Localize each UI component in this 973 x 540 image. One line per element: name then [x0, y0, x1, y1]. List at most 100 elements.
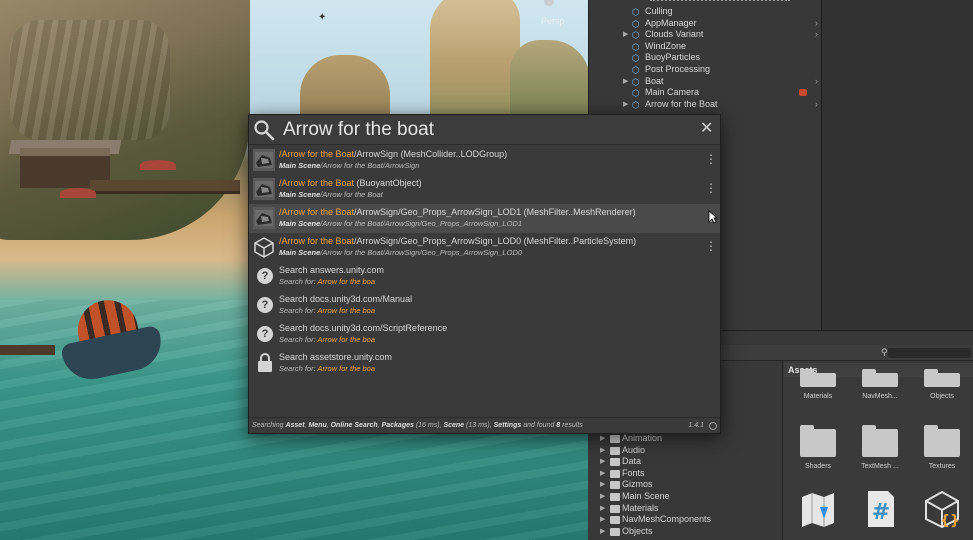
expand-arrow-icon[interactable]: ▶ — [600, 456, 605, 468]
result-title-rest: /ArrowSign/Geo_Props_ArrowSign_LOD1 (Mes… — [354, 207, 636, 217]
asset-folder[interactable]: TextMesh ... — [850, 425, 910, 470]
asset-label: Materials — [803, 393, 833, 400]
search-provider-row[interactable]: ? Search docs.unity3d.com/ScriptReference… — [249, 320, 720, 349]
mesh-thumbnail-icon — [253, 149, 275, 171]
search-provider-row[interactable]: ? Search answers.unity.com Search for: Arr… — [249, 262, 720, 291]
folder-tree-item[interactable]: ▶ Animation — [588, 433, 778, 445]
folder-tree-item[interactable]: ▶ Objects — [588, 526, 778, 538]
hierarchy-item[interactable]: ▶ ⬡ Boat › — [589, 76, 822, 88]
search-result-row[interactable]: /Arrow for the Boat/ArrowSign/Geo_Props_… — [249, 233, 720, 262]
hierarchy-item-label: BuoyParticles — [645, 52, 701, 63]
cube-icon — [253, 236, 275, 258]
expand-arrow-icon[interactable]: ▶ — [623, 99, 628, 111]
expand-arrow-icon[interactable]: ▶ — [623, 29, 628, 41]
result-title: /Arrow for the Boat (BuoyantObject) — [279, 178, 422, 188]
expand-arrow-icon[interactable]: ▶ — [600, 468, 605, 480]
chevron-right-icon[interactable]: › — [815, 99, 818, 111]
map-asset-icon — [798, 489, 838, 529]
asset-input-file[interactable]: {} — [912, 489, 972, 529]
folder-tree-item[interactable]: ▶ Data — [588, 456, 778, 468]
asset-map-file[interactable] — [788, 489, 848, 529]
hierarchy-item-label: Post Processing — [645, 64, 711, 74]
result-title-highlight: /Arrow for the Boat — [279, 149, 355, 159]
expand-arrow-icon[interactable]: ▶ — [600, 526, 605, 538]
status-online: Online Search — [330, 422, 378, 429]
expand-arrow-icon[interactable]: ▶ — [600, 514, 605, 526]
result-title: /Arrow for the Boat/ArrowSign/Geo_Props_… — [279, 236, 636, 246]
search-provider-row[interactable]: ? Search docs.unity3d.com/Manual Search fo… — [249, 291, 720, 320]
orientation-gizmo[interactable] — [544, 0, 554, 6]
hierarchy-item[interactable]: ⬡ Post Processing — [589, 64, 822, 76]
hierarchy-item-label: WindZone — [645, 40, 687, 51]
folder-tree-item[interactable]: ▶ NavMeshComponents — [588, 514, 778, 526]
provider-term: Arrow for the boa — [317, 364, 376, 373]
search-result-row[interactable]: /Arrow for the Boat/ArrowSign (MeshColli… — [249, 146, 720, 175]
expand-arrow-icon[interactable]: ▶ — [600, 479, 605, 491]
asset-folder[interactable]: Objects — [912, 369, 972, 400]
search-result-row[interactable]: /Arrow for the Boat/ArrowSign/Geo_Props_… — [249, 204, 720, 233]
hierarchy-item[interactable]: ⬡ BuoyParticles — [589, 52, 822, 64]
hierarchy-item[interactable]: ⬡ WindZone — [589, 41, 822, 53]
result-scene-label: Main Scene — [279, 161, 321, 170]
result-path-text: /Arrow for the Boat/ArrowSign/Geo_Props_… — [320, 219, 523, 228]
beach-umbrella — [60, 188, 96, 198]
provider-subtitle: Search for: Arrow for the boa — [279, 335, 375, 344]
folder-icon — [862, 369, 898, 387]
expand-arrow-icon[interactable]: ▶ — [600, 491, 605, 503]
project-search-input[interactable] — [888, 348, 971, 358]
hierarchy-item[interactable]: ⬡ AppManager › — [589, 18, 822, 30]
expand-arrow-icon[interactable]: ▶ — [600, 445, 605, 457]
folder-tree-item[interactable]: ▶ Audio — [588, 445, 778, 457]
folder-tree-item[interactable]: ▶ Gizmos — [588, 479, 778, 491]
more-options-icon[interactable]: ⋮ — [705, 153, 717, 165]
search-icon — [254, 120, 275, 141]
search-provider-row[interactable]: Search assetstore.unity.com Search for: A… — [249, 349, 720, 378]
hierarchy-item[interactable]: ⬡ Culling — [589, 6, 822, 18]
provider-prefix: Search for: — [279, 306, 318, 315]
hierarchy-item[interactable]: ▶ ⬡ Arrow for the Boat › — [589, 99, 822, 111]
close-icon[interactable]: ✕ — [700, 121, 713, 137]
asset-folder[interactable]: Shaders — [788, 425, 848, 470]
result-scene-label: Main Scene — [279, 190, 321, 199]
provider-term: Arrow for the boa — [317, 277, 376, 286]
result-title-highlight: /Arrow for the Boat — [279, 236, 355, 246]
perspective-label[interactable]: Persp — [541, 16, 565, 26]
mesh-thumbnail-icon — [253, 207, 275, 229]
expand-arrow-icon[interactable]: ▶ — [600, 503, 605, 515]
asset-label: Textures — [928, 463, 956, 470]
chevron-right-icon[interactable]: › — [815, 29, 818, 41]
inspector-panel — [821, 0, 973, 330]
result-path: Main Scene/Arrow for the Boat/ArrowSign — [279, 161, 419, 170]
chevron-right-icon[interactable]: › — [815, 76, 818, 88]
folder-tree-item[interactable]: ▶ Materials — [588, 503, 778, 515]
hierarchy-item[interactable]: ▶ ⬡ Clouds Variant › — [589, 29, 822, 41]
folder-icon — [610, 458, 620, 467]
folder-tree-item[interactable]: ▶ Main Scene — [588, 491, 778, 503]
provider-subtitle: Search for: Arrow for the boa — [279, 277, 375, 286]
hierarchy-item-label: Boat — [645, 75, 664, 86]
hierarchy-item[interactable]: ⬡ Main Camera — [589, 87, 822, 99]
expand-arrow-icon[interactable]: ▶ — [600, 433, 605, 445]
folder-tree-label: Data — [622, 456, 642, 467]
asset-folder[interactable]: NavMesh... — [850, 369, 910, 400]
refresh-icon[interactable] — [709, 422, 717, 430]
folder-icon — [610, 504, 620, 513]
more-options-icon[interactable]: ⋮ — [705, 182, 717, 194]
folder-icon — [610, 481, 620, 490]
result-path-text: /Arrow for the Boat — [320, 190, 383, 199]
provider-prefix: Search for: — [279, 364, 318, 373]
folder-tree-label: Main Scene — [622, 491, 670, 501]
asset-script-file[interactable]: # — [850, 489, 910, 529]
folder-tree-item[interactable]: ▶ Fonts — [588, 468, 778, 480]
folder-icon — [610, 435, 620, 443]
asset-folder[interactable]: Materials — [788, 369, 848, 400]
chevron-right-icon[interactable]: › — [815, 18, 818, 30]
expand-arrow-icon[interactable]: ▶ — [623, 76, 628, 88]
search-input[interactable] — [283, 119, 683, 141]
asset-folder[interactable]: Textures — [912, 425, 972, 470]
more-options-icon[interactable]: ⋮ — [705, 240, 717, 252]
folder-tree-label: Objects — [622, 525, 653, 536]
wooden-dock — [90, 180, 240, 194]
asset-label: Shaders — [804, 463, 832, 470]
search-result-row[interactable]: /Arrow for the Boat (BuoyantObject) Main … — [249, 175, 720, 204]
